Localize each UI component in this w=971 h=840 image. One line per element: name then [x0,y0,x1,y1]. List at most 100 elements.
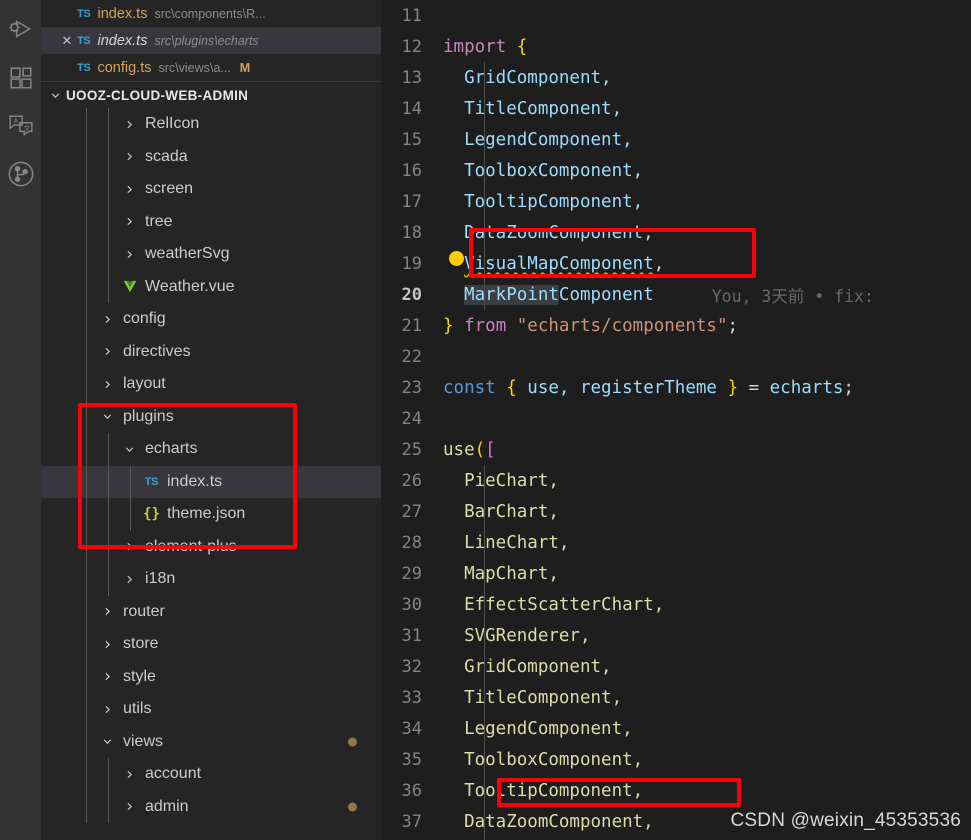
code-line[interactable]: 19 VisualMapComponent, [381,248,971,279]
code-token: { [506,377,517,398]
code-line[interactable]: 22 [381,341,971,372]
code-line[interactable]: 23 const { use, registerTheme } = echarts… [381,372,971,403]
line-number: 14 [401,98,422,119]
open-editor-item[interactable]: TS config.ts src\views\a... M [41,54,381,81]
code-line[interactable]: 20 MarkPointComponent You, 3天前 • fix: [381,279,971,310]
code-line[interactable]: 28 LineChart, [381,527,971,558]
tree-item-element-plus[interactable]: element-plus [41,530,381,563]
svg-text:A: A [13,117,18,125]
tree-item-admin[interactable]: admin [41,790,381,823]
tree-item-utils[interactable]: utils [41,693,381,726]
tree-item-label: admin [145,797,189,815]
tree-item-plugins[interactable]: plugins [41,400,381,433]
code-line-text: use([ [443,440,496,460]
tree-item-label: account [145,765,202,783]
tree-item-router[interactable]: router [41,595,381,628]
code-token: LegendComponent, [443,718,633,739]
indent-guide [86,270,87,303]
tree-item-tree[interactable]: tree [41,205,381,238]
tree-item-echarts[interactable]: echarts [41,433,381,466]
code-editor[interactable]: 11 12 import {13 GridComponent, 14 TitleCom… [381,0,971,840]
tree-item-style[interactable]: style [41,660,381,693]
indent-guide [108,173,109,206]
line-number: 36 [401,780,422,801]
code-line[interactable]: 21} from "echarts/components"; [381,310,971,341]
code-line-text: import { [443,37,527,57]
tree-item-index-ts[interactable]: TS index.ts [41,465,381,498]
extensions-icon[interactable] [0,54,41,102]
indent-guide [86,530,87,563]
run-and-debug-icon[interactable] [0,6,41,54]
unsaved-changes-dot [348,737,357,747]
code-line[interactable]: 30 EffectScatterChart, [381,589,971,620]
tree-item-layout[interactable]: layout [41,368,381,401]
code-line-text: TooltipComponent, [443,192,643,212]
tree-item-screen[interactable]: screen [41,173,381,206]
code-line[interactable]: 35 ToolboxComponent, [381,744,971,775]
code-line[interactable]: 17 TooltipComponent, [381,186,971,217]
code-line-text: } from "echarts/components"; [443,316,738,336]
tree-item-store[interactable]: store [41,628,381,661]
tree-item-label: theme.json [167,505,246,523]
tree-item-weather-vue[interactable]: Weather.vue [41,270,381,303]
code-line[interactable]: 14 TitleComponent, [381,93,971,124]
vue-file-icon [121,279,138,294]
open-editor-item[interactable]: TS index.ts src\components\R... [41,0,381,27]
tree-item-relicon[interactable]: RelIcon [41,108,381,141]
tree-item-views[interactable]: views [41,725,381,758]
open-editor-item[interactable]: ✕ TS index.ts src\plugins\echarts [41,27,381,54]
chevron-right-icon [99,670,116,683]
tree-item-directives[interactable]: directives [41,335,381,368]
indent-guide [86,173,87,206]
indent-guide [484,589,485,620]
code-line[interactable]: 12 import { [381,31,971,62]
explorer-root-header[interactable]: UOOZ-CLOUD-WEB-ADMIN [41,81,381,108]
code-line[interactable]: 25 use([ [381,434,971,465]
quick-fix-lightbulb-icon[interactable] [449,251,464,266]
source-control-icon[interactable] [0,150,41,198]
code-token: MarkPoint [464,284,559,305]
code-line-text: ToolboxComponent, [443,750,643,770]
code-line[interactable]: 15 LegendComponent, [381,124,971,155]
line-number: 24 [401,408,422,429]
file-tree[interactable]: RelIcon scada screen tree weatherSvg Weather.… [41,108,381,840]
code-line[interactable]: 24 [381,403,971,434]
code-line[interactable]: 33 TitleComponent, [381,682,971,713]
tree-item-label: i18n [145,570,176,588]
code-line[interactable]: 32 GridComponent, [381,651,971,682]
unsaved-changes-dot [348,802,357,812]
code-line[interactable]: 26 PieChart, [381,465,971,496]
indent-guide [108,433,109,466]
chevron-down-icon [121,443,138,456]
tree-item-weathersvg[interactable]: weatherSvg [41,238,381,271]
code-line-text: LineChart, [443,533,569,553]
tree-item-account[interactable]: account [41,758,381,791]
indent-guide [86,595,87,628]
indent-guide [86,238,87,271]
tree-item-i18n[interactable]: i18n [41,563,381,596]
indent-guide [108,140,109,173]
open-editor-filepath: src\plugins\echarts [154,33,259,48]
tree-item-config[interactable]: config [41,303,381,336]
chevron-right-icon [121,768,138,781]
i18n-ally-icon[interactable]: A 文 [0,102,41,150]
indent-guide [86,628,87,661]
close-icon[interactable]: ✕ [57,33,77,49]
code-line[interactable]: 34 LegendComponent, [381,713,971,744]
code-line[interactable]: 16 ToolboxComponent, [381,155,971,186]
code-token: } [443,315,454,336]
code-line[interactable]: 13 GridComponent, [381,62,971,93]
code-line[interactable]: 36 TooltipComponent, [381,775,971,806]
code-line[interactable]: 29 MapChart, [381,558,971,589]
code-line[interactable]: 11 [381,0,971,31]
tree-item-label: utils [123,700,152,718]
code-line[interactable]: 18 DataZoomComponent, [381,217,971,248]
chevron-right-icon [121,800,138,813]
tree-item-theme-json[interactable]: {} theme.json [41,498,381,531]
code-token: ; [843,377,854,398]
tree-item-scada[interactable]: scada [41,140,381,173]
git-blame-annotation: You, 3天前 • fix: [711,286,874,306]
code-line[interactable]: 31 SVGRenderer, [381,620,971,651]
code-token: echarts [769,377,844,398]
code-line[interactable]: 27 BarChart, [381,496,971,527]
